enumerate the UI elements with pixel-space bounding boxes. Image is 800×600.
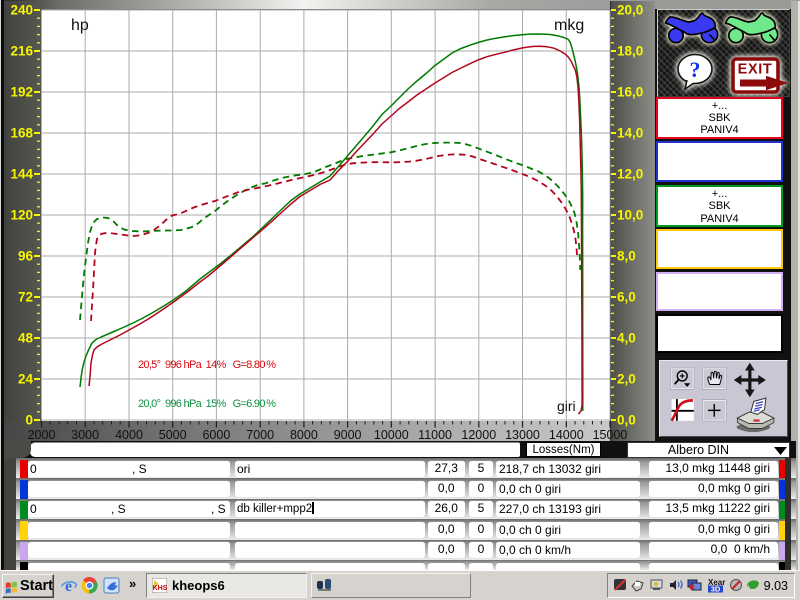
svg-text:11000: 11000 xyxy=(418,428,452,442)
svg-text:20,0° 996 hPa 15% G=6.90 %: 20,0° 996 hPa 15% G=6.90 % xyxy=(138,398,276,410)
svg-text:3000: 3000 xyxy=(71,428,99,442)
svg-text:20,0: 20,0 xyxy=(617,3,643,18)
svg-text:20,5° 996 hPa 14% G=8.80 %: 20,5° 996 hPa 14% G=8.80 % xyxy=(138,359,276,371)
svg-text:hp: hp xyxy=(71,17,89,34)
svg-text:14000: 14000 xyxy=(549,428,584,442)
svg-text:giri: giri xyxy=(557,398,576,414)
svg-text:6,0: 6,0 xyxy=(617,290,636,305)
svg-text:2,0: 2,0 xyxy=(617,372,636,387)
svg-text:0: 0 xyxy=(25,413,33,428)
svg-text:0,0: 0,0 xyxy=(617,413,636,428)
svg-text:4000: 4000 xyxy=(115,428,143,442)
svg-text:144: 144 xyxy=(10,167,33,182)
svg-text:24: 24 xyxy=(18,372,34,387)
svg-text:5000: 5000 xyxy=(159,428,187,442)
svg-text:18,0: 18,0 xyxy=(617,44,643,59)
svg-text:14,0: 14,0 xyxy=(617,126,643,141)
svg-text:10000: 10000 xyxy=(374,428,409,442)
svg-text:120: 120 xyxy=(10,208,33,223)
svg-text:e: e xyxy=(65,578,72,595)
svg-text:KHS: KHS xyxy=(153,585,167,592)
svg-text:10,0: 10,0 xyxy=(617,208,643,223)
svg-text:192: 192 xyxy=(10,85,33,100)
svg-text:8000: 8000 xyxy=(290,428,318,442)
svg-text:mkg: mkg xyxy=(554,17,584,34)
svg-text:48: 48 xyxy=(18,331,34,346)
svg-text:240: 240 xyxy=(10,3,33,18)
svg-text:16,0: 16,0 xyxy=(617,85,643,100)
svg-text:72: 72 xyxy=(18,290,33,305)
svg-text:3D: 3D xyxy=(711,585,721,594)
svg-text:168: 168 xyxy=(10,126,33,141)
svg-text:12000: 12000 xyxy=(461,428,496,442)
svg-text:4,0: 4,0 xyxy=(617,331,636,346)
svg-text:15000: 15000 xyxy=(593,428,628,442)
svg-text:96: 96 xyxy=(18,249,34,264)
svg-text:7000: 7000 xyxy=(246,428,274,442)
svg-text:12,0: 12,0 xyxy=(617,167,643,182)
svg-text:6000: 6000 xyxy=(202,428,230,442)
svg-text:216: 216 xyxy=(10,44,33,59)
svg-text:13000: 13000 xyxy=(505,428,540,442)
svg-text:9000: 9000 xyxy=(334,428,362,442)
svg-text:2000: 2000 xyxy=(28,428,56,442)
svg-text:8,0: 8,0 xyxy=(617,249,636,264)
